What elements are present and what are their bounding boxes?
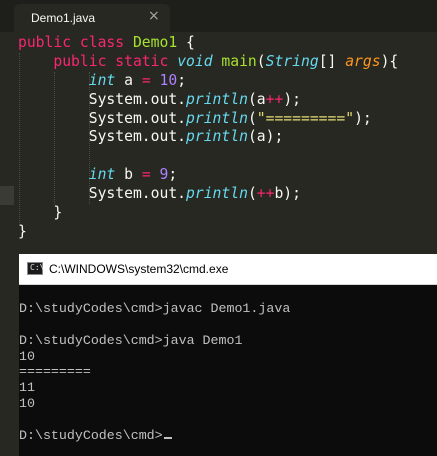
file-tab[interactable]: Demo1.java × (14, 4, 170, 32)
cmd-app-icon: C:\ (27, 262, 44, 275)
close-icon[interactable]: × (148, 8, 160, 24)
console-line: 10 (19, 396, 35, 412)
code-line-4: System.out.println(a++); (88, 90, 301, 108)
gutter-marker (0, 186, 14, 205)
console-line: D:\studyCodes\cmd>java Demo1 (19, 332, 243, 348)
console-line: D:\studyCodes\cmd>javac Demo1.java (19, 300, 291, 316)
code-line-11: } (18, 222, 27, 240)
console-line: 11 (19, 380, 35, 396)
console-line: ========= (19, 364, 91, 380)
cmd-window[interactable]: C:\ C:\WINDOWS\system32\cmd.exe D:\study… (19, 254, 437, 456)
code-editor[interactable]: public class Demo1 { public static void … (18, 34, 437, 242)
code-line-9: System.out.println(++b); (88, 185, 301, 203)
code-line-3: int a = 10; (88, 71, 187, 89)
console-prompt-line[interactable]: D:\studyCodes\cmd> (19, 428, 437, 444)
cmd-title-bar[interactable]: C:\ C:\WINDOWS\system32\cmd.exe (19, 254, 437, 285)
console-line: 10 (19, 348, 35, 364)
console-prompt: D:\studyCodes\cmd> (19, 428, 163, 444)
cmd-window-title: C:\WINDOWS\system32\cmd.exe (49, 262, 229, 276)
code-line-2: public static void main(String[] args){ (53, 52, 399, 70)
code-line-10: } (53, 204, 63, 222)
code-line-5: System.out.println("========="); (88, 109, 372, 127)
console-output[interactable]: D:\studyCodes\cmd>javac Demo1.java D:\st… (19, 285, 437, 456)
code-line-1: public class Demo1 { (18, 34, 195, 51)
code-line-6: System.out.println(a); (88, 128, 284, 146)
text-cursor (163, 437, 172, 440)
code-line-8: int b = 9; (88, 166, 178, 184)
editor-tab-bar: Demo1.java × (0, 0, 437, 32)
file-tab-title[interactable]: Demo1.java (31, 11, 95, 25)
